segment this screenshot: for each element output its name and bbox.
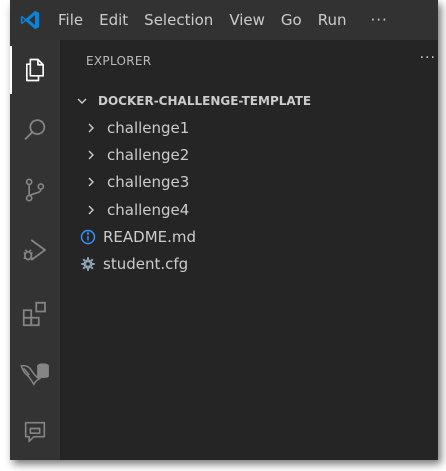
source-control-icon[interactable] (10, 166, 60, 214)
explorer-sidebar: EXPLORER ··· DOCKER-CHALLENGE-TEMPLATE c… (60, 40, 438, 460)
tree-item-label: student.cfg (103, 255, 189, 274)
menu-go[interactable]: Go (273, 0, 310, 40)
explorer-more-button[interactable]: ··· (420, 50, 436, 66)
menu-edit[interactable]: Edit (91, 0, 136, 40)
chevron-down-icon (76, 95, 90, 107)
tree-item-label: challenge3 (107, 173, 190, 192)
chevron-right-icon (85, 122, 99, 134)
tree-item-readme[interactable]: README.md (60, 223, 438, 250)
tree-item-label: challenge2 (107, 145, 190, 164)
chevron-right-icon (85, 176, 99, 188)
file-tree: challenge1 challenge2 challenge3 challen… (60, 114, 438, 278)
chevron-right-icon (85, 149, 99, 161)
chevron-right-icon (85, 204, 99, 216)
activity-bar (10, 40, 60, 460)
database-icon[interactable] (10, 350, 60, 398)
info-icon (80, 229, 96, 245)
gear-icon (80, 256, 96, 272)
menu-run[interactable]: Run (310, 0, 355, 40)
menu-selection[interactable]: Selection (136, 0, 221, 40)
search-icon[interactable] (10, 106, 60, 154)
menu-file[interactable]: File (50, 0, 91, 40)
workspace-name: DOCKER-CHALLENGE-TEMPLATE (98, 94, 312, 108)
title-bar: File Edit Selection View Go Run ··· (10, 0, 438, 40)
tree-item-label: challenge4 (107, 200, 190, 219)
tree-item-challenge4[interactable]: challenge4 (60, 196, 438, 223)
vscode-window: File Edit Selection View Go Run ··· EXPL… (10, 0, 438, 460)
tree-item-challenge3[interactable]: challenge3 (60, 169, 438, 196)
remote-explorer-icon[interactable] (10, 408, 60, 456)
tree-item-challenge2[interactable]: challenge2 (60, 141, 438, 168)
vscode-logo-icon[interactable] (10, 0, 50, 40)
tree-item-student-cfg[interactable]: student.cfg (60, 250, 438, 277)
explorer-title: EXPLORER (86, 54, 152, 68)
menu-more-button[interactable]: ··· (355, 0, 396, 40)
run-and-debug-icon[interactable] (10, 226, 60, 274)
tree-item-label: README.md (103, 227, 197, 246)
explorer-icon[interactable] (10, 46, 60, 94)
tree-item-challenge1[interactable]: challenge1 (60, 114, 438, 141)
menu-view[interactable]: View (221, 0, 273, 40)
tree-item-label: challenge1 (107, 118, 190, 137)
extensions-icon[interactable] (10, 290, 60, 338)
workspace-section-header[interactable]: DOCKER-CHALLENGE-TEMPLATE (68, 90, 438, 112)
